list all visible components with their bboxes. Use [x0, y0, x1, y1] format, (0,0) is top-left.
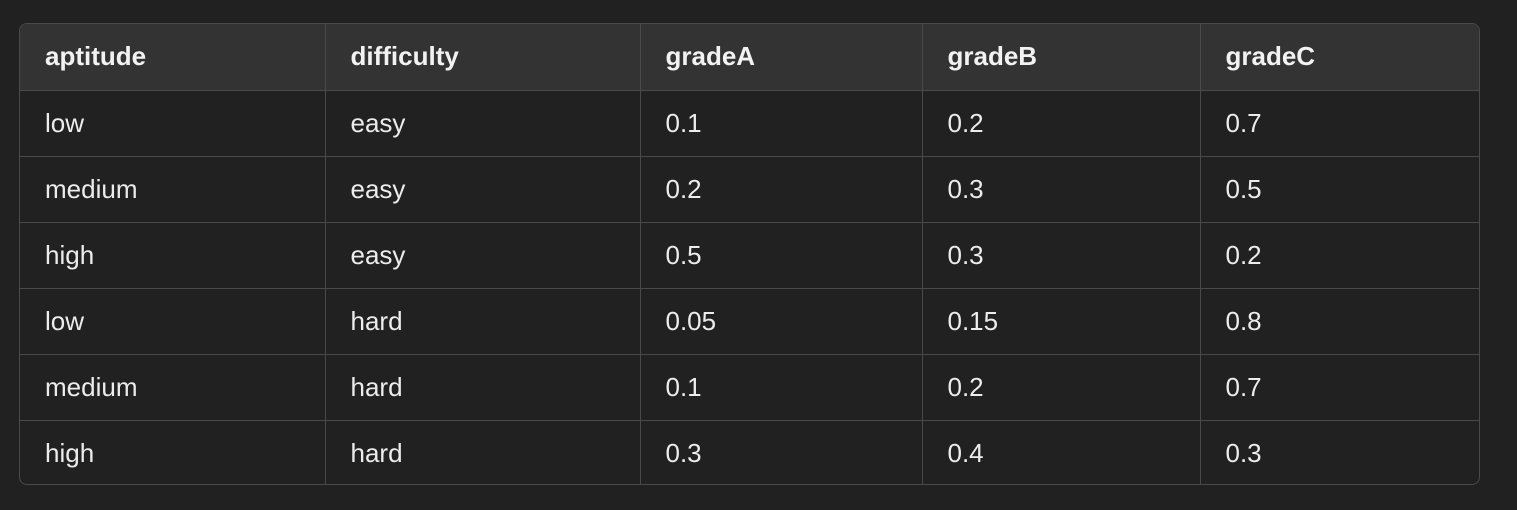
- table-row: low hard 0.05 0.15 0.8: [20, 288, 1479, 355]
- table-cell: 0.1: [640, 354, 923, 421]
- table-cell: high: [20, 222, 326, 289]
- table-cell: 0.3: [1225, 437, 1262, 468]
- table-cell: 0.3: [922, 222, 1201, 289]
- column-header-aptitude: aptitude: [20, 24, 326, 91]
- table-cell: 0.7: [1200, 90, 1479, 157]
- table-cell: 0.2: [922, 354, 1201, 421]
- table-row: low easy 0.1 0.2 0.7: [20, 90, 1479, 157]
- table-cell: low: [20, 288, 326, 355]
- table-cell: 0.8: [1200, 288, 1479, 355]
- table-cell: hard: [325, 288, 641, 355]
- table-header-row: aptitude difficulty gradeA gradeB gradeC: [20, 24, 1479, 91]
- table-cell: 0.3: [640, 420, 923, 484]
- table-cell: medium: [20, 354, 326, 421]
- column-header-difficulty: difficulty: [325, 24, 641, 91]
- table-cell: low: [20, 90, 326, 157]
- table-cell: 0.2: [922, 90, 1201, 157]
- table-row: high hard 0.3 0.4 0.3: [20, 420, 1479, 484]
- table-cell: 0.4: [922, 420, 1201, 484]
- table-cell: easy: [325, 222, 641, 289]
- table-row: medium easy 0.2 0.3 0.5: [20, 156, 1479, 223]
- data-table-container: aptitude difficulty gradeA gradeB gradeC…: [19, 23, 1480, 485]
- table-row: high easy 0.5 0.3 0.2: [20, 222, 1479, 289]
- table-cell: 0.2: [640, 156, 923, 223]
- table-cell: 0.3: [922, 156, 1201, 223]
- table-cell: easy: [325, 90, 641, 157]
- table-cell: high: [20, 420, 326, 484]
- table-cell: easy: [325, 156, 641, 223]
- column-header-gradeC: gradeC: [1200, 24, 1479, 91]
- table-cell: 0.5: [1200, 156, 1479, 223]
- table-cell: 0.5: [640, 222, 923, 289]
- table-cell: 0.05: [640, 288, 923, 355]
- table-cell: hard: [325, 420, 641, 484]
- table-cell: 0.7: [1200, 354, 1479, 421]
- table-cell: 0.1: [640, 90, 923, 157]
- table-cell: 0.2: [1200, 222, 1479, 289]
- column-header-gradeB: gradeB: [922, 24, 1201, 91]
- table-cell: hard: [325, 354, 641, 421]
- table-cell: medium: [20, 156, 326, 223]
- probability-table: aptitude difficulty gradeA gradeB gradeC…: [20, 24, 1479, 484]
- column-header-gradeA: gradeA: [640, 24, 923, 91]
- table-row: medium hard 0.1 0.2 0.7: [20, 354, 1479, 421]
- table-cell: 0.15: [922, 288, 1201, 355]
